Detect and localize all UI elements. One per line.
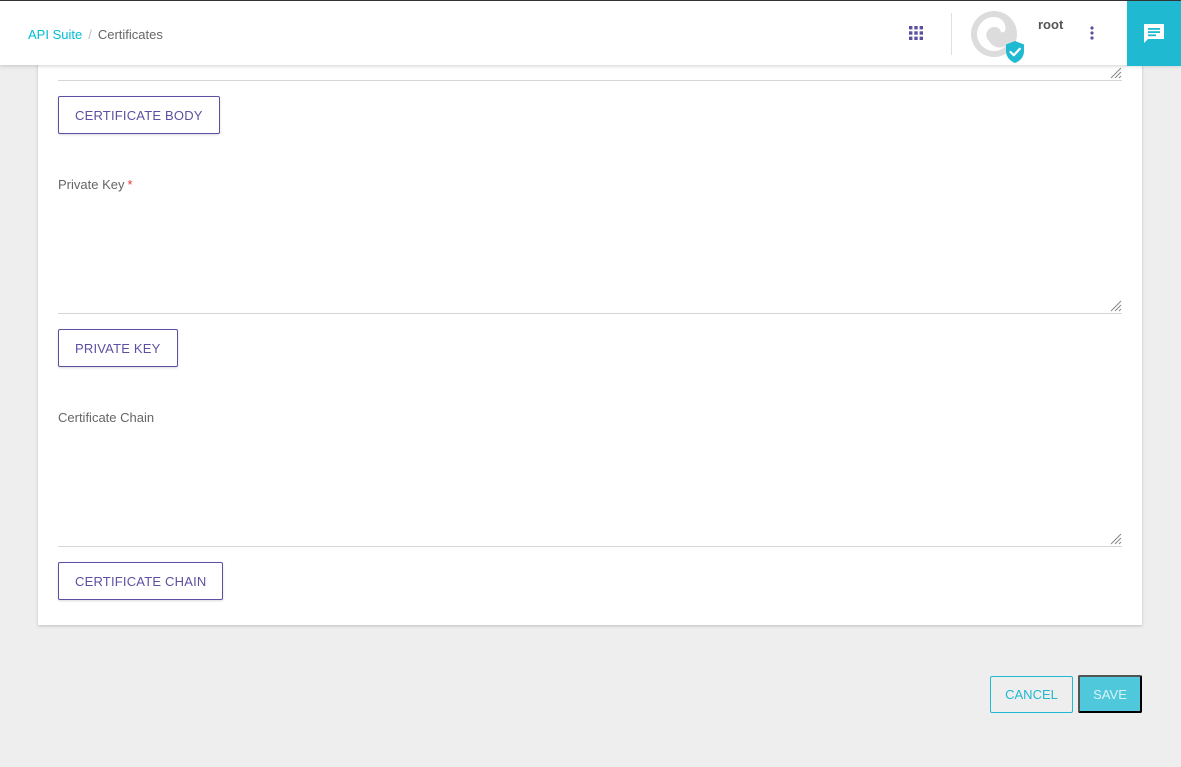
chat-message-icon [1144, 23, 1164, 43]
certificate-body-upload-button[interactable]: CERTIFICATE BODY [58, 96, 220, 134]
verified-check-icon [1006, 41, 1024, 63]
more-vertical-icon [1090, 26, 1094, 40]
cancel-button[interactable]: CANCEL [990, 676, 1073, 713]
certificate-chain-upload-button[interactable]: CERTIFICATE CHAIN [58, 562, 224, 600]
resize-handle-icon[interactable] [1110, 67, 1122, 79]
apps-grid-icon [909, 26, 923, 40]
required-asterisk: * [127, 177, 133, 192]
resize-handle-icon[interactable] [1110, 533, 1122, 545]
private-key-label: Private Key * [58, 177, 133, 192]
breadcrumb-api-suite-link[interactable]: API Suite [28, 27, 82, 42]
username-label[interactable]: root [1038, 17, 1063, 32]
certificate-chain-label: Certificate Chain [58, 410, 155, 425]
certificate-chain-underline [58, 546, 1122, 547]
private-key-textarea[interactable] [58, 195, 1122, 313]
more-options-button[interactable] [1082, 21, 1102, 45]
header-divider [951, 13, 952, 55]
private-key-underline [58, 313, 1122, 314]
certificate-form-card: CERTIFICATE BODY Private Key * PRIVATE KE… [38, 30, 1142, 625]
chat-button[interactable] [1127, 1, 1181, 66]
breadcrumb-current-page: Certificates [97, 27, 163, 42]
breadcrumb: API Suite / Certificates [28, 27, 163, 42]
resize-handle-icon[interactable] [1110, 300, 1122, 312]
certificate-body-underline [58, 80, 1122, 81]
private-key-label-text: Private Key [58, 177, 125, 192]
save-button[interactable]: SAVE [1078, 675, 1142, 713]
top-app-bar: API Suite / Certificates root [0, 0, 1181, 66]
user-avatar[interactable] [971, 11, 1024, 63]
apps-grid-button[interactable] [902, 19, 930, 47]
certificate-chain-textarea[interactable] [58, 428, 1122, 546]
breadcrumb-separator: / [88, 27, 92, 42]
private-key-upload-button[interactable]: PRIVATE KEY [58, 329, 178, 367]
